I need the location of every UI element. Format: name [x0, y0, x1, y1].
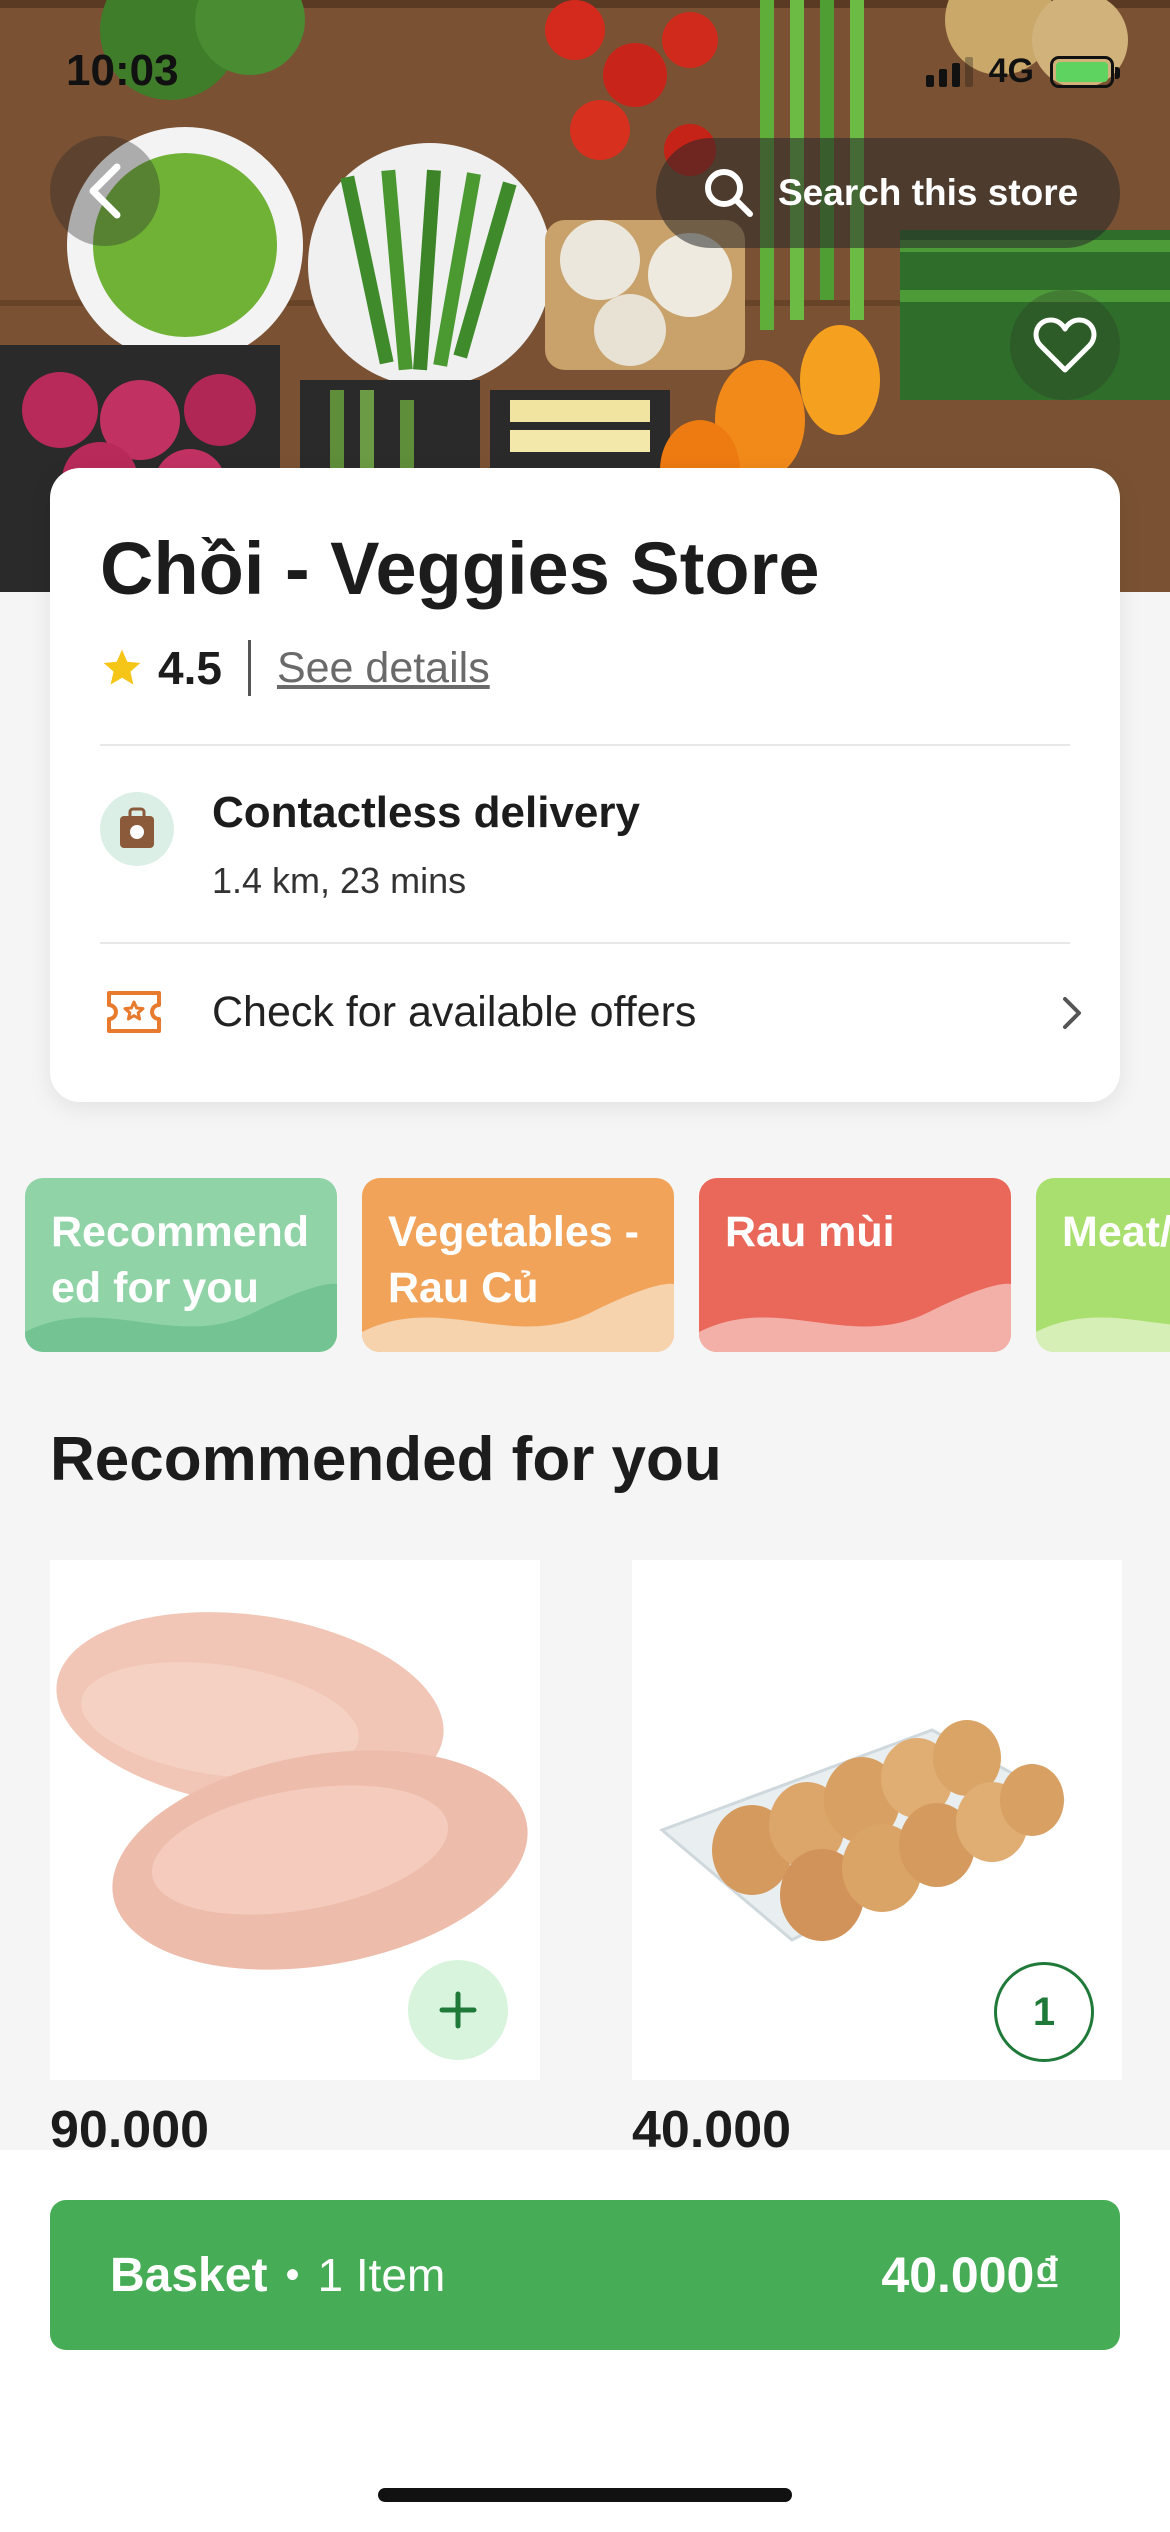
delivery-distance-time: 1.4 km, 23 mins	[212, 860, 467, 901]
see-details-link[interactable]: See details	[277, 644, 490, 693]
category-chips: Recommend ed for you Vegetables - Rau Củ…	[25, 1178, 1170, 1352]
add-to-basket-button[interactable]	[408, 1960, 508, 2060]
chevron-right-icon[interactable]	[1060, 994, 1084, 1032]
bag-glyph	[120, 807, 154, 848]
basket-total: 40.000₫	[881, 2247, 1060, 2303]
search-store-button[interactable]: Search this store	[656, 138, 1120, 248]
delivery-title: Contactless delivery	[212, 788, 640, 837]
signal-icon	[925, 56, 973, 87]
battery-icon	[1050, 55, 1120, 88]
category-chip-rau-mui[interactable]: Rau mùi	[699, 1178, 1011, 1352]
ticket-star-icon	[107, 991, 161, 1033]
product-card-eggs[interactable]: 1 40.000	[632, 1560, 1122, 2160]
category-label: Vegetables - Rau Củ	[388, 1208, 639, 1312]
search-placeholder: Search this store	[778, 172, 1079, 213]
status-indicators: 4G	[925, 52, 1120, 91]
home-indicator[interactable]	[378, 2488, 792, 2502]
basket-separator: •	[285, 2252, 300, 2297]
category-label: Recommend ed for you	[51, 1208, 310, 1312]
search-icon	[705, 169, 753, 217]
chip-wave	[1036, 1317, 1170, 1352]
basket-label: Basket	[110, 2248, 268, 2302]
rating-separator	[247, 640, 251, 696]
divider	[100, 744, 1070, 746]
category-chip-recommended[interactable]: Recommend ed for you	[25, 1178, 337, 1352]
category-chip-vegetables[interactable]: Vegetables - Rau Củ	[362, 1178, 674, 1352]
offers-link[interactable]: Check for available offers	[212, 988, 696, 1037]
delivery-bag-icon	[100, 792, 174, 866]
plus-icon	[439, 1991, 477, 2029]
rating-value: 4.5	[158, 642, 222, 694]
status-time: 10:03	[66, 46, 179, 95]
quantity-button[interactable]: 1	[994, 1962, 1094, 2062]
store-info-card: Chồi - Veggies Store 4.5 See details Con…	[50, 468, 1120, 1102]
chevron-left-icon	[89, 163, 121, 219]
bottom-bar: Basket • 1 Item 40.000₫	[0, 2150, 1170, 2532]
basket-item-count: 1 Item	[317, 2249, 446, 2301]
category-label: Meat/ Thịt T	[1062, 1208, 1170, 1256]
store-name: Chồi - Veggies Store	[100, 527, 820, 610]
section-title: Recommended for you	[50, 1425, 722, 1494]
network-type: 4G	[988, 52, 1034, 90]
divider	[100, 942, 1070, 944]
basket-button[interactable]: Basket • 1 Item 40.000₫	[50, 2200, 1120, 2350]
back-button[interactable]	[50, 136, 160, 246]
heart-icon	[1033, 317, 1097, 373]
product-card-chicken[interactable]: 90.000	[50, 1560, 540, 2160]
rating-row: 4.5 See details	[100, 638, 490, 698]
star-icon	[103, 649, 141, 685]
status-bar: 10:03 4G	[0, 0, 1170, 150]
category-label: Rau mùi	[725, 1208, 895, 1256]
chip-wave	[699, 1283, 1011, 1352]
favorite-button[interactable]	[1010, 290, 1120, 400]
category-chip-meat[interactable]: Meat/ Thịt T	[1036, 1178, 1170, 1352]
